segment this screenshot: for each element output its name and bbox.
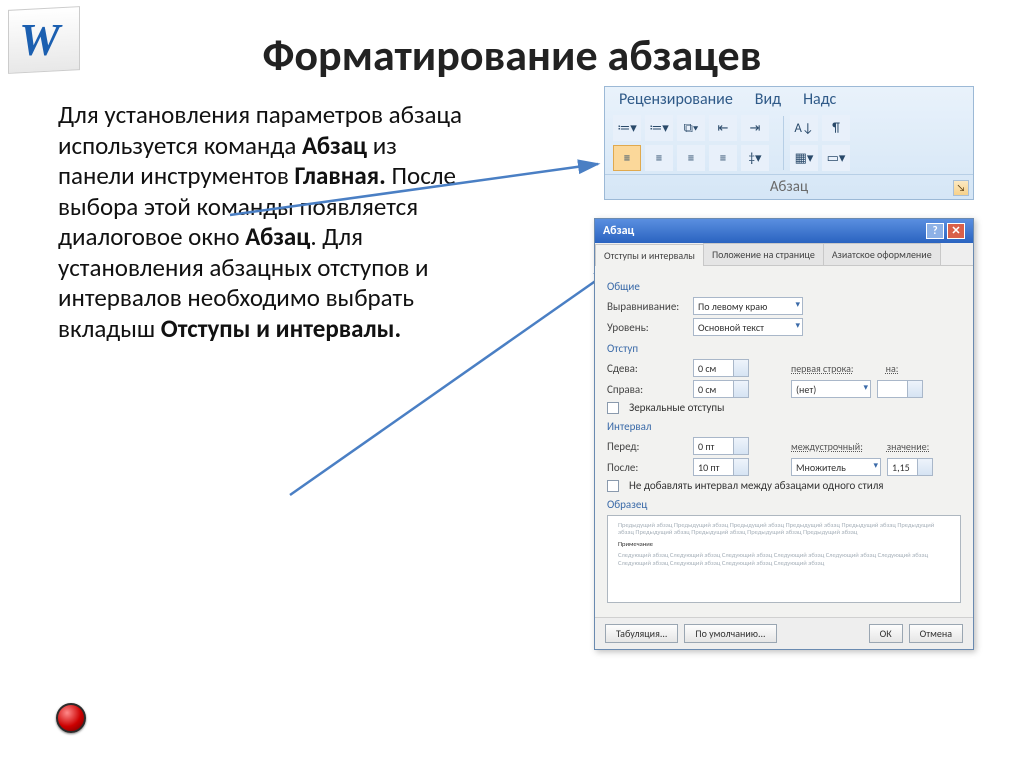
sample-current-text: Примечание — [618, 541, 950, 548]
space-after-spin[interactable]: 10 пт — [693, 458, 749, 476]
ribbon-tabs: Рецензирование Вид Надс — [605, 87, 973, 109]
multilevel-icon[interactable]: ⧉▾ — [677, 115, 705, 141]
decrease-indent-icon[interactable]: ⇤ — [709, 115, 737, 141]
alignment-label: Выравнивание: — [607, 300, 687, 313]
dialog-tabs: Отступы и интервалы Положение на страниц… — [595, 243, 973, 266]
indent-left-spin[interactable]: 0 см — [693, 359, 749, 377]
linespacing-label: междустрочный: — [791, 440, 863, 453]
space-before-label: Перед: — [607, 440, 687, 453]
dialog-launcher-icon[interactable]: ↘ — [953, 180, 969, 196]
indent-left-label: Сдева: — [607, 362, 687, 375]
sample-preview: Предыдущий абзац Предыдущий абзац Предыд… — [607, 515, 961, 603]
sort-icon[interactable]: A↓ — [790, 115, 818, 141]
ribbon-paragraph-group: Рецензирование Вид Надс ≔▾ ≔▾ ⧉▾ ⇤ ⇥ ≡ ≡… — [604, 86, 974, 200]
ribbon-tab-review[interactable]: Рецензирование — [619, 90, 733, 109]
ribbon-separator — [783, 116, 784, 170]
page-title: Форматирование абзацев — [0, 28, 1024, 82]
firstline-combo[interactable]: (нет) — [791, 380, 871, 398]
tab-indents[interactable]: Отступы и интервалы — [595, 244, 704, 266]
group-interval: Интервал — [607, 420, 961, 433]
tab-asian[interactable]: Азиатское оформление — [823, 243, 941, 265]
body-bold-1: Абзац — [302, 130, 367, 161]
ribbon-tab-view[interactable]: Вид — [755, 90, 781, 109]
group-general: Общие — [607, 280, 961, 293]
linespacing-combo[interactable]: Множитель — [791, 458, 881, 476]
firstline-label: первая строка: — [791, 362, 854, 375]
body-bold-4: Отступы и интервалы. — [161, 313, 401, 344]
group-indent: Отступ — [607, 342, 961, 355]
mirror-indents-label: Зеркальные отступы — [629, 401, 724, 414]
indent-right-label: Справа: — [607, 383, 687, 396]
sample-next-text: Следующий абзац Следующий абзац Следующи… — [618, 552, 950, 567]
cancel-button[interactable]: Отмена — [909, 624, 963, 643]
indent-right-spin[interactable]: 0 см — [693, 380, 749, 398]
align-center-icon[interactable]: ≡ — [645, 145, 673, 171]
firstline-by-spin[interactable] — [877, 380, 923, 398]
increase-indent-icon[interactable]: ⇥ — [741, 115, 769, 141]
alignment-combo[interactable]: По левому краю — [693, 297, 803, 315]
justify-icon[interactable]: ≡ — [709, 145, 737, 171]
linespacing-value-label: значение: — [887, 440, 929, 453]
space-before-spin[interactable]: 0 пт — [693, 437, 749, 455]
noadd-space-checkbox[interactable] — [607, 480, 619, 492]
mirror-indents-checkbox[interactable] — [607, 402, 619, 414]
numbering-icon[interactable]: ≔▾ — [645, 115, 673, 141]
default-button[interactable]: По умолчанию... — [684, 624, 776, 643]
outline-level-combo[interactable]: Основной текст — [693, 318, 803, 336]
tab-pageposition[interactable]: Положение на странице — [703, 243, 824, 265]
borders-icon[interactable]: ▭▾ — [822, 145, 850, 171]
close-icon[interactable]: ✕ — [947, 223, 965, 239]
space-after-label: После: — [607, 461, 687, 474]
sample-prev-text: Предыдущий абзац Предыдущий абзац Предыд… — [618, 522, 950, 537]
dialog-title: Абзац — [603, 224, 634, 238]
outline-level-label: Уровень: — [607, 321, 687, 334]
firstline-by-label: на: — [886, 362, 899, 375]
line-spacing-icon[interactable]: ‡▾ — [741, 145, 769, 171]
ok-button[interactable]: ОК — [869, 624, 903, 643]
tabs-button[interactable]: Табуляция... — [605, 624, 678, 643]
group-sample: Образец — [607, 498, 961, 511]
linespacing-value-spin[interactable]: 1,15 — [887, 458, 933, 476]
noadd-space-label: Не добавлять интервал между абзацами одн… — [629, 479, 884, 492]
shading-icon[interactable]: ▦▾ — [790, 145, 818, 171]
ribbon-group-label: Абзац — [770, 178, 808, 196]
align-left-icon[interactable]: ≡ — [613, 145, 641, 171]
dialog-titlebar: Абзац ? ✕ — [595, 219, 973, 243]
record-button[interactable] — [56, 703, 86, 733]
body-bold-2: Главная. — [294, 160, 385, 191]
pilcrow-icon[interactable]: ¶ — [822, 115, 850, 141]
body-paragraph: Для установления параметров абзаца испол… — [58, 100, 478, 344]
body-bold-3: Абзац — [245, 221, 310, 252]
help-icon[interactable]: ? — [926, 223, 944, 239]
bullets-icon[interactable]: ≔▾ — [613, 115, 641, 141]
body-text-1: Для установления параметров абзаца испол… — [58, 99, 462, 161]
align-right-icon[interactable]: ≡ — [677, 145, 705, 171]
paragraph-dialog: Абзац ? ✕ Отступы и интервалы Положение … — [594, 218, 974, 650]
ribbon-tab-addins[interactable]: Надс — [803, 90, 836, 109]
